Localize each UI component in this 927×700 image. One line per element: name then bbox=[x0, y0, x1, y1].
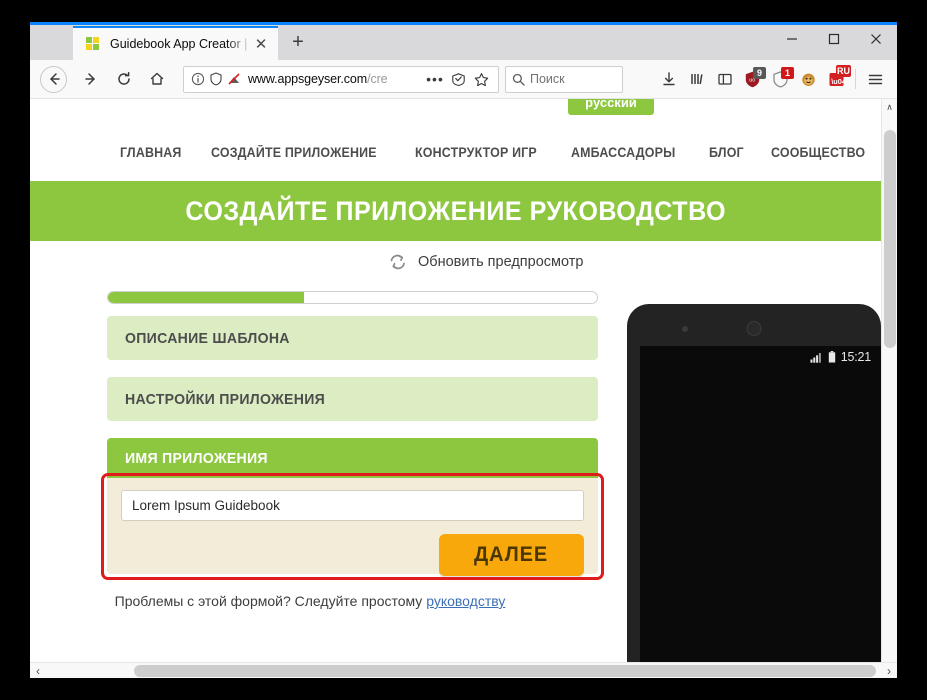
ublock-badge: 9 bbox=[753, 67, 766, 79]
horizontal-scroll-thumb[interactable] bbox=[134, 664, 876, 677]
browser-window: Guidebook App Creator | Creat ✕ + bbox=[30, 22, 897, 678]
accordion-label: ОПИСАНИЕ ШАБЛОНА bbox=[125, 329, 290, 347]
phone-status-bar: 15:21 bbox=[640, 346, 881, 368]
tab-title: Guidebook App Creator | Creat bbox=[110, 37, 252, 51]
page-info-icon[interactable] bbox=[191, 72, 205, 86]
progress-bar-fill bbox=[108, 292, 304, 303]
downloads-icon[interactable] bbox=[655, 65, 682, 93]
page-banner: СОЗДАЙТЕ ПРИЛОЖЕНИЕ РУКОВОДСТВО bbox=[30, 181, 881, 241]
horizontal-scrollbar[interactable]: ‹ › bbox=[30, 662, 897, 678]
browser-tab[interactable]: Guidebook App Creator | Creat ✕ bbox=[73, 26, 278, 60]
refresh-preview-label: Обновить предпросмотр bbox=[418, 254, 584, 270]
page-content: русский ГЛАВНАЯ СОЗДАЙТЕ ПРИЛОЖЕНИЕ КОНС… bbox=[30, 99, 881, 678]
ublock-origin-icon[interactable]: uo 9 bbox=[739, 65, 766, 93]
phone-time: 15:21 bbox=[840, 350, 871, 364]
close-icon[interactable]: ✕ bbox=[252, 35, 270, 53]
scroll-right-icon[interactable]: › bbox=[881, 662, 897, 678]
refresh-sync-icon bbox=[387, 251, 409, 273]
nav-item-create-app[interactable]: СОЗДАЙТЕ ПРИЛОЖЕНИЕ bbox=[211, 145, 377, 160]
new-tab-button[interactable]: + bbox=[282, 26, 314, 58]
phone-speaker-icon bbox=[746, 321, 762, 336]
search-input[interactable]: Поиск bbox=[530, 72, 565, 86]
language-button[interactable]: русский bbox=[568, 99, 654, 115]
ru-translate-icon[interactable]: \u044F RU bbox=[823, 65, 851, 93]
sidebar-icon[interactable] bbox=[711, 65, 738, 93]
toolbar-icons: uo 9 1 \u044F RU bbox=[654, 65, 889, 93]
app-name-panel: Lorem Ipsum Guidebook ДАЛЕЕ bbox=[107, 478, 598, 576]
smiley-extension-icon[interactable] bbox=[795, 65, 822, 93]
app-menu-icon[interactable] bbox=[862, 65, 889, 93]
help-line: Проблемы с этой формой? Следуйте простом… bbox=[30, 593, 590, 609]
adguard-shield-icon[interactable]: 1 bbox=[767, 65, 794, 93]
window-close-icon[interactable] bbox=[855, 22, 897, 56]
url-text: www.appsgeyser.com/cre bbox=[248, 72, 388, 86]
url-bar[interactable]: www.appsgeyser.com/cre ••• bbox=[183, 65, 499, 93]
page-title: СОЗДАЙТЕ ПРИЛОЖЕНИЕ РУКОВОДСТВО bbox=[185, 195, 726, 226]
accordion-section-app-name[interactable]: ИМЯ ПРИЛОЖЕНИЯ bbox=[107, 438, 598, 478]
site-navigation: ГЛАВНАЯ СОЗДАЙТЕ ПРИЛОЖЕНИЕ КОНСТРУКТОР … bbox=[30, 127, 881, 177]
progress-bar bbox=[107, 291, 598, 304]
bookmark-star-icon[interactable] bbox=[470, 68, 492, 90]
battery-icon bbox=[828, 351, 836, 363]
toolbar-divider bbox=[855, 69, 856, 89]
help-text: Проблемы с этой формой? Следуйте простом… bbox=[114, 593, 427, 609]
nav-item-community[interactable]: СООБЩЕСТВО bbox=[771, 145, 865, 160]
pinwheel-favicon bbox=[85, 36, 101, 52]
scroll-up-icon[interactable]: ∧ bbox=[882, 99, 898, 116]
accordion-section-settings[interactable]: НАСТРОЙКИ ПРИЛОЖЕНИЯ bbox=[107, 377, 598, 421]
minimize-icon[interactable] bbox=[771, 22, 813, 56]
tracking-protection-icon[interactable] bbox=[209, 72, 223, 86]
window-controls bbox=[771, 22, 897, 56]
vertical-scrollbar[interactable]: ∧ ∨ bbox=[881, 99, 897, 678]
adguard-badge: 1 bbox=[781, 67, 794, 79]
navigation-toolbar: www.appsgeyser.com/cre ••• Поиск uo 9 1 … bbox=[30, 60, 897, 99]
search-bar[interactable]: Поиск bbox=[505, 65, 623, 93]
next-button[interactable]: ДАЛЕЕ bbox=[439, 534, 584, 576]
ru-badge: RU bbox=[836, 65, 851, 77]
blocked-content-icon[interactable] bbox=[227, 72, 241, 86]
home-icon[interactable] bbox=[142, 64, 172, 94]
vertical-scroll-thumb[interactable] bbox=[883, 130, 896, 348]
phone-preview: 15:21 bbox=[627, 304, 881, 678]
next-button-label: ДАЛЕЕ bbox=[474, 543, 549, 566]
forward-icon[interactable] bbox=[76, 64, 106, 94]
nav-item-ambassadors[interactable]: АМБАССАДОРЫ bbox=[571, 145, 675, 160]
signal-bars-icon bbox=[810, 352, 823, 363]
phone-camera-icon bbox=[682, 326, 688, 332]
scroll-left-icon[interactable]: ‹ bbox=[30, 662, 46, 678]
search-icon bbox=[512, 73, 525, 86]
tab-strip: Guidebook App Creator | Creat ✕ + bbox=[30, 22, 897, 60]
nav-item-blog[interactable]: БЛОГ bbox=[709, 145, 744, 160]
nav-item-home[interactable]: ГЛАВНАЯ bbox=[120, 145, 182, 160]
reload-icon[interactable] bbox=[109, 64, 139, 94]
refresh-preview-button[interactable]: Обновить предпросмотр bbox=[387, 251, 583, 273]
accordion-section-template[interactable]: ОПИСАНИЕ ШАБЛОНА bbox=[107, 316, 598, 360]
back-icon[interactable] bbox=[40, 65, 67, 93]
app-name-input[interactable]: Lorem Ipsum Guidebook bbox=[121, 490, 584, 521]
page-actions-icon[interactable]: ••• bbox=[424, 68, 446, 90]
maximize-icon[interactable] bbox=[813, 22, 855, 56]
horizontal-scroll-track[interactable] bbox=[46, 663, 881, 679]
nav-item-game-constructor[interactable]: КОНСТРУКТОР ИГР bbox=[415, 145, 537, 160]
vertical-scroll-track[interactable] bbox=[882, 116, 898, 661]
phone-screen: 15:21 bbox=[640, 346, 881, 678]
reader-view-icon[interactable] bbox=[447, 68, 469, 90]
accordion-label: НАСТРОЙКИ ПРИЛОЖЕНИЯ bbox=[125, 390, 326, 408]
accordion-label: ИМЯ ПРИЛОЖЕНИЯ bbox=[125, 449, 268, 467]
page-viewport: русский ГЛАВНАЯ СОЗДАЙТЕ ПРИЛОЖЕНИЕ КОНС… bbox=[30, 99, 897, 678]
svg-text:\u044F: \u044F bbox=[831, 77, 845, 86]
library-icon[interactable] bbox=[683, 65, 710, 93]
help-link[interactable]: руководству bbox=[426, 593, 505, 609]
